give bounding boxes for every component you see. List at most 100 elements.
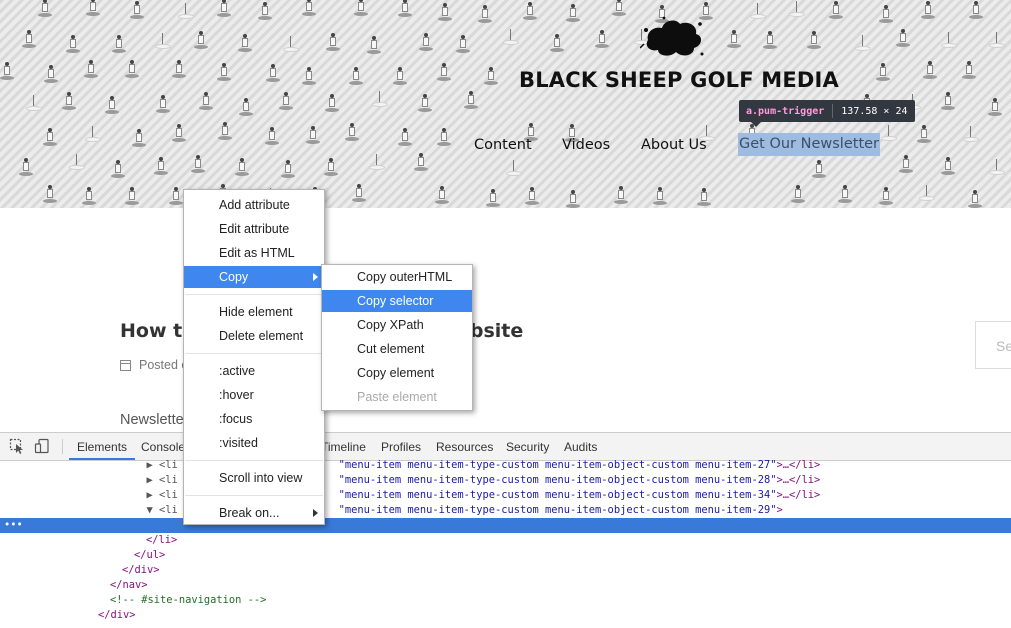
golfer-icon <box>879 5 893 23</box>
menu-item-edit-attribute[interactable]: Edit attribute <box>184 218 324 240</box>
more-options-icon[interactable]: ••• <box>4 518 23 533</box>
search-input[interactable]: Se <box>975 321 1011 369</box>
code-text: </nav> <box>110 579 148 591</box>
menu-separator <box>185 495 323 496</box>
tab-console[interactable]: Console <box>141 440 185 454</box>
tab-timeline[interactable]: Timeline <box>321 440 366 454</box>
golfer-icon <box>156 95 170 113</box>
code-text: </div> <box>122 564 160 576</box>
nav-link-videos[interactable]: Videos <box>562 137 610 153</box>
tab-audits[interactable]: Audits <box>564 440 597 454</box>
golfer-icon <box>266 64 280 82</box>
menu-item-break-on[interactable]: Break on... <box>184 502 324 524</box>
golfer-icon <box>112 35 126 53</box>
golf-flag-icon <box>789 1 805 17</box>
golfer-icon <box>941 92 955 110</box>
golfer-icon <box>612 0 626 16</box>
dom-node-close-li[interactable]: </li> <box>0 533 1011 548</box>
menu-item-scroll-into-view[interactable]: Scroll into view <box>184 467 324 489</box>
golfer-icon <box>398 128 412 146</box>
tab-elements[interactable]: Elements <box>68 440 136 460</box>
code-suffix: >…</li> <box>776 489 821 501</box>
post-excerpt: Newslette <box>120 412 184 428</box>
golfer-icon <box>19 158 33 176</box>
submenu-item-cut-element[interactable]: Cut element <box>322 338 472 360</box>
tab-security[interactable]: Security <box>506 440 549 454</box>
menu-item-edit-as-html[interactable]: Edit as HTML <box>184 242 324 264</box>
golfer-icon <box>217 0 231 17</box>
nav-link-newsletter[interactable]: Get Our Newsletter <box>738 133 881 156</box>
golf-flag-icon <box>989 32 1005 48</box>
golfer-icon <box>125 187 139 205</box>
golfer-icon <box>962 61 976 79</box>
menu-item-force-focus[interactable]: :focus <box>184 408 324 430</box>
post-title[interactable]: How t <box>120 320 182 342</box>
dom-node-li-28[interactable]: ▶ <li id "menu-item menu-item-type-custom… <box>0 473 1011 488</box>
golf-flag-icon <box>69 154 85 170</box>
golfer-icon <box>66 35 80 53</box>
inspect-cursor-icon[interactable] <box>9 438 25 454</box>
golf-flag-icon <box>919 185 935 201</box>
submenu-item-copy-outerhtml[interactable]: Copy outerHTML <box>322 266 472 288</box>
golf-flag-icon <box>941 32 957 48</box>
site-brand-title[interactable]: BLACK SHEEP GOLF MEDIA <box>519 68 839 92</box>
golfer-icon <box>217 63 231 81</box>
code-suffix: >…</li> <box>776 459 821 471</box>
golf-flag-icon <box>503 29 519 45</box>
golfer-icon <box>437 128 451 146</box>
device-mode-icon[interactable] <box>34 438 50 454</box>
dom-node-selected-anchor[interactable]: ••• <a h golfmedia.net/newsletter" class="… <box>0 518 1011 546</box>
golfer-icon <box>899 155 913 173</box>
menu-item-add-attribute[interactable]: Add attribute <box>184 194 324 216</box>
submenu-item-copy-element[interactable]: Copy element <box>322 362 472 384</box>
menu-item-force-active[interactable]: :active <box>184 360 324 382</box>
golfer-icon <box>525 187 539 205</box>
dom-node-li-34[interactable]: ▶ <li id "menu-item menu-item-type-custom… <box>0 488 1011 503</box>
golfer-icon <box>727 30 741 48</box>
golfer-icon <box>218 122 232 140</box>
golfer-icon <box>791 185 805 203</box>
nav-link-about-us[interactable]: About Us <box>641 137 707 153</box>
golfer-icon <box>125 60 139 78</box>
golfer-icon <box>22 30 36 48</box>
dom-node-li-27[interactable]: ▶ <li id "menu-item menu-item-type-custom… <box>0 458 1011 473</box>
submenu-item-copy-xpath[interactable]: Copy XPath <box>322 314 472 336</box>
golfer-icon <box>43 128 57 146</box>
menu-item-hide-element[interactable]: Hide element <box>184 301 324 323</box>
code-class-value: "menu-item menu-item-type-custom menu-it… <box>338 489 777 501</box>
golfer-icon <box>302 0 316 16</box>
submenu-arrow-icon <box>313 509 318 517</box>
golfer-icon <box>44 65 58 83</box>
golfer-icon <box>82 187 96 205</box>
dom-node-comment[interactable]: <!-- #site-navigation --> <box>0 593 1011 608</box>
golfer-icon <box>84 60 98 78</box>
golfer-icon <box>838 185 852 203</box>
menu-item-delete-element[interactable]: Delete element <box>184 325 324 347</box>
tab-profiles[interactable]: Profiles <box>381 440 421 454</box>
submenu-item-paste-element: Paste element <box>357 390 437 404</box>
tab-resources[interactable]: Resources <box>436 440 493 454</box>
tooltip-arrow <box>751 122 761 127</box>
tooltip-selector: a.pum-trigger <box>746 105 825 117</box>
menu-item-force-hover[interactable]: :hover <box>184 384 324 406</box>
dom-node-close-ul[interactable]: </ul> <box>0 548 1011 563</box>
golf-flag-icon <box>750 3 766 19</box>
golfer-icon <box>486 189 500 207</box>
dom-node-close-div-outer[interactable]: </div> <box>0 608 1011 623</box>
golfer-icon <box>876 63 890 81</box>
dom-node-close-div[interactable]: </div> <box>0 563 1011 578</box>
dom-node-li-29[interactable]: ▼ <li id "menu-item menu-item-type-custom… <box>0 503 1011 518</box>
menu-item-copy[interactable]: Copy <box>184 266 324 288</box>
toolbar-divider <box>62 439 63 454</box>
menu-separator <box>185 353 323 354</box>
golfer-icon <box>172 60 186 78</box>
golf-flag-icon <box>506 160 522 176</box>
context-menu: Add attribute Edit attribute Edit as HTM… <box>183 189 325 525</box>
code-class-value: "menu-item menu-item-type-custom menu-it… <box>338 474 777 486</box>
dom-node-close-nav[interactable]: </nav> <box>0 578 1011 593</box>
menu-item-break-on-label: Break on... <box>219 506 280 520</box>
menu-item-force-visited[interactable]: :visited <box>184 432 324 454</box>
nav-link-content[interactable]: Content <box>474 137 532 153</box>
submenu-item-copy-selector[interactable]: Copy selector <box>322 290 472 312</box>
golfer-icon <box>130 1 144 19</box>
